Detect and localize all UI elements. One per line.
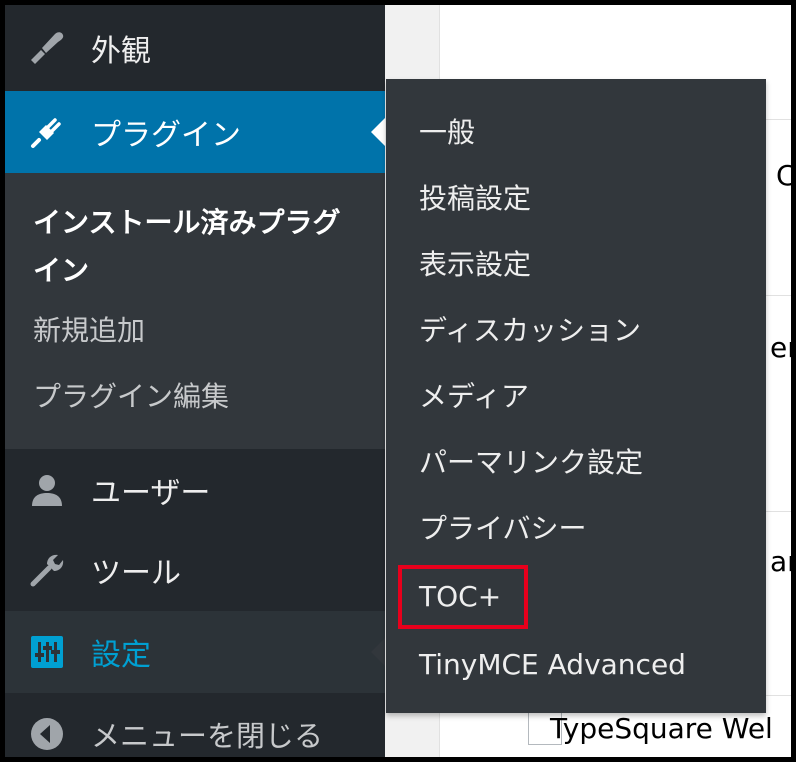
row-text-fragment: er: [770, 331, 791, 364]
paintbrush-icon: [27, 28, 67, 68]
collapse-arrow-icon: [27, 714, 67, 754]
user-icon: [27, 470, 67, 510]
sidebar-item-label: ツール: [91, 556, 181, 591]
submenu-installed-plugins[interactable]: インストール済みプラグイン: [33, 199, 363, 295]
sidebar-item-label: 設定: [91, 638, 151, 673]
flyout-item-privacy[interactable]: プライバシー: [419, 509, 586, 549]
sidebar-item-appearance[interactable]: 外観: [5, 5, 385, 91]
plugins-submenu: インストール済みプラグイン 新規追加 プラグイン編集: [5, 173, 385, 449]
collapse-menu-button[interactable]: メニューを閉じる: [5, 693, 385, 757]
highlight-annotation-box: [398, 565, 528, 629]
row-text-fragment: ar: [770, 545, 791, 578]
sidebar-item-label: ユーザー: [91, 476, 211, 511]
settings-flyout-menu: 一般 投稿設定 表示設定 ディスカッション メディア パーマリンク設定 プライバ…: [386, 79, 766, 713]
flyout-item-reading[interactable]: 表示設定: [419, 245, 531, 285]
flyout-item-writing[interactable]: 投稿設定: [419, 179, 531, 219]
screenshot-frame: C er ar TypeSquare Wel 外観: [5, 5, 791, 757]
settings-sliders-icon: [27, 632, 67, 672]
submenu-plugin-editor[interactable]: プラグイン編集: [33, 377, 229, 417]
sidebar-item-label: プラグイン: [91, 118, 241, 153]
flyout-item-general[interactable]: 一般: [419, 113, 475, 153]
flyout-item-permalinks[interactable]: パーマリンク設定: [419, 443, 643, 483]
sidebar-item-settings[interactable]: 設定: [5, 611, 385, 693]
row-text-fragment: C: [776, 159, 791, 192]
flyout-item-tinymce-advanced[interactable]: TinyMCE Advanced: [419, 645, 686, 685]
sidebar-item-label: 外観: [91, 34, 151, 69]
plugin-name[interactable]: TypeSquare Wel: [550, 712, 773, 745]
sidebar-item-tools[interactable]: ツール: [5, 529, 385, 611]
flyout-item-media[interactable]: メディア: [419, 377, 529, 417]
wrench-icon: [27, 550, 67, 590]
sidebar-item-plugins[interactable]: プラグイン: [5, 91, 385, 173]
submenu-add-new[interactable]: 新規追加: [33, 311, 145, 351]
plugin-icon: [27, 112, 67, 152]
collapse-menu-label: メニューを閉じる: [91, 719, 324, 753]
admin-sidebar: 外観 プラグイン インストール済みプラグイン 新規追加 プラグイン編集 ユーザー…: [5, 5, 385, 757]
flyout-item-discussion[interactable]: ディスカッション: [419, 311, 641, 351]
sidebar-item-users[interactable]: ユーザー: [5, 449, 385, 531]
